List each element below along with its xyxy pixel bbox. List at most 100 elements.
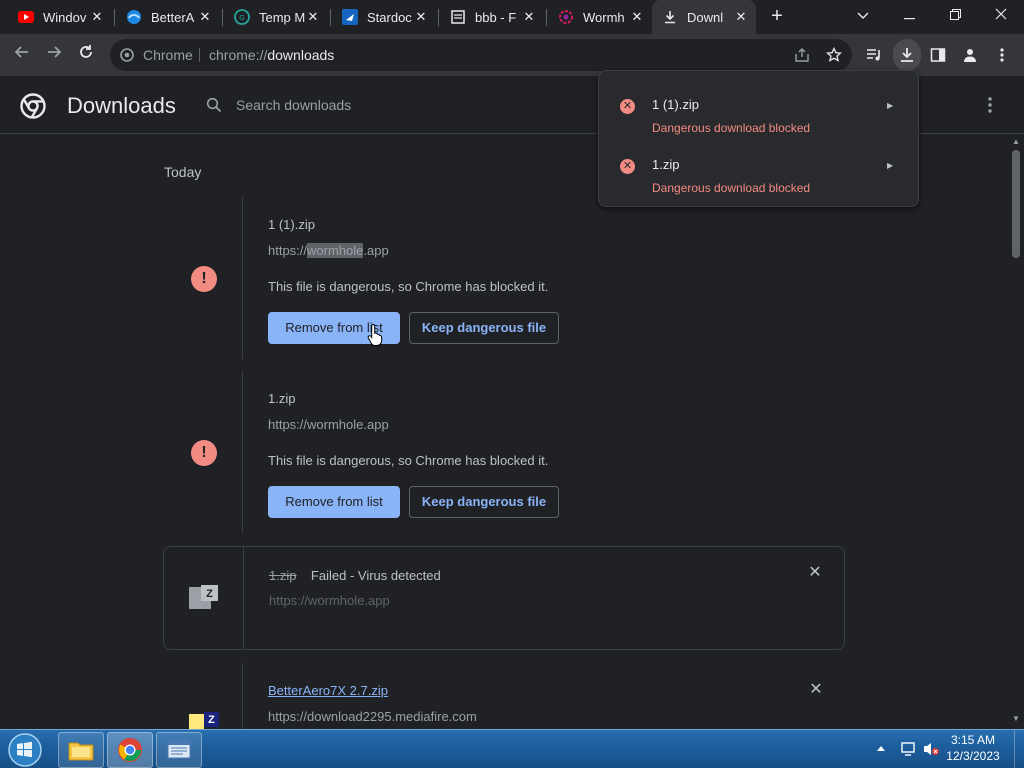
keep-dangerous-file-button[interactable]: Keep dangerous file	[409, 486, 559, 518]
edge-like-icon	[126, 9, 142, 25]
kebab-menu-icon	[1000, 48, 1004, 62]
taskbar-chrome-button[interactable]	[107, 732, 153, 768]
close-icon[interactable]: ✕	[198, 10, 212, 24]
close-icon[interactable]: ✕	[414, 10, 428, 24]
downloads-button[interactable]	[893, 39, 921, 71]
arrow-left-icon	[14, 46, 28, 58]
page-icon	[450, 9, 466, 25]
folder-icon	[68, 742, 94, 761]
tab-strip: Windov ✕ BetterA ✕ G Temp M ✕ Stardoc ✕ …	[0, 0, 1024, 34]
search-input[interactable]	[236, 95, 616, 115]
scrollbar[interactable]: ▲ ▼	[1008, 134, 1024, 729]
profile-button[interactable]	[958, 43, 982, 67]
downloads-list: Today ! 1 (1).zip https://wormhole.app T…	[0, 134, 1008, 729]
danger-icon: !	[191, 440, 217, 466]
close-icon[interactable]: ✕	[90, 10, 104, 24]
danger-icon: !	[191, 266, 217, 292]
scroll-down-icon[interactable]: ▼	[1011, 714, 1021, 724]
remove-from-list-button[interactable]: Remove from list	[268, 486, 400, 518]
download-item: Z BetterAero7X 2.7.zip https://download2…	[163, 663, 845, 729]
youtube-icon	[18, 9, 34, 25]
chrome-menu-button[interactable]	[990, 43, 1014, 67]
tab-betteraero[interactable]: BetterA ✕	[116, 0, 220, 34]
svg-text:Z: Z	[206, 588, 213, 600]
show-desktop-button[interactable]	[1014, 730, 1024, 768]
chrome-icon	[118, 738, 142, 762]
download-status: Failed - Virus detected	[310, 568, 441, 583]
share-button[interactable]	[790, 43, 814, 67]
file-url[interactable]: https://wormhole.app	[268, 417, 389, 432]
forward-button[interactable]	[42, 43, 66, 67]
date-header: Today	[164, 164, 202, 180]
share-icon	[795, 48, 809, 62]
bookmark-button[interactable]	[822, 43, 846, 67]
download-item: ! 1.zip https://wormhole.app This file i…	[163, 371, 845, 533]
file-url[interactable]: https://wormhole.app	[268, 243, 389, 258]
tab-stardock[interactable]: Stardoc ✕	[332, 0, 436, 34]
tab-downloads[interactable]: Downl ✕	[652, 0, 756, 34]
tab-bbb[interactable]: bbb - F ✕	[440, 0, 544, 34]
playlist-icon	[867, 49, 880, 61]
bubble-item[interactable]: ✕ 1.zip Dangerous download blocked ▶	[599, 139, 920, 199]
file-name: 1.zip	[268, 391, 296, 406]
scroll-thumb[interactable]	[1012, 150, 1020, 258]
side-panel-button[interactable]	[926, 43, 950, 67]
tab-search-button[interactable]	[840, 0, 886, 30]
close-icon[interactable]: ✕	[630, 10, 644, 24]
show-hidden-icons-icon[interactable]	[876, 744, 886, 752]
window-app-icon	[167, 740, 191, 759]
hand-cursor-icon	[367, 323, 383, 346]
close-icon[interactable]: ✕	[734, 10, 748, 24]
search-downloads[interactable]	[196, 90, 636, 120]
media-controls-button[interactable]	[862, 43, 886, 67]
page-title: Downloads	[67, 93, 176, 118]
chevron-right-icon[interactable]: ▶	[887, 161, 895, 171]
tab-temp-mail[interactable]: G Temp M ✕	[224, 0, 328, 34]
bubble-file-name: 1 (1).zip	[652, 97, 699, 112]
chrome-icon	[120, 48, 134, 62]
file-url: https://wormhole.app	[269, 593, 390, 608]
address-bar[interactable]: Chrome chrome://downloads	[110, 39, 852, 71]
download-item: ! 1 (1).zip https://wormhole.app This fi…	[163, 197, 845, 359]
tab-wormhole[interactable]: Wormh ✕	[548, 0, 652, 34]
bubble-status: Dangerous download blocked	[652, 121, 811, 135]
new-tab-button[interactable]: +	[766, 6, 788, 28]
scroll-up-icon[interactable]: ▲	[1011, 137, 1021, 147]
bubble-item[interactable]: ✕ 1 (1).zip Dangerous download blocked ▶	[599, 79, 920, 139]
windows-start-icon[interactable]	[6, 732, 44, 768]
action-center-icon[interactable]	[900, 741, 916, 757]
arrow-right-icon	[48, 46, 62, 58]
taskbar-app-button[interactable]	[156, 732, 202, 768]
bubble-status: Dangerous download blocked	[652, 181, 811, 195]
tab-youtube[interactable]: Windov ✕	[8, 0, 112, 34]
chevron-down-icon	[857, 12, 869, 19]
close-icon[interactable]: ✕	[306, 10, 320, 24]
restore-button[interactable]	[932, 0, 978, 30]
site-info-chip[interactable]: Chrome	[120, 47, 193, 63]
danger-warning-text: This file is dangerous, so Chrome has bl…	[268, 453, 549, 468]
url-text: chrome://downloads	[209, 47, 335, 63]
file-url[interactable]: https://download2295.mediafire.com	[268, 709, 477, 724]
taskbar-explorer-button[interactable]	[58, 732, 104, 768]
bubble-file-name: 1.zip	[652, 157, 680, 172]
download-item-failed: Z 1.zip Failed - Virus detected https://…	[163, 546, 845, 650]
back-button[interactable]	[10, 43, 34, 67]
file-link[interactable]: BetterAero7X 2.7.zip	[268, 683, 388, 698]
download-icon	[901, 48, 913, 62]
reload-button[interactable]	[74, 43, 98, 67]
danger-warning-text: This file is dangerous, so Chrome has bl…	[268, 279, 549, 294]
close-icon[interactable]: ✕	[522, 10, 536, 24]
chevron-right-icon[interactable]: ▶	[887, 101, 895, 111]
taskbar-clock[interactable]: 3:15 AM 12/3/2023	[934, 732, 1012, 764]
close-window-button[interactable]	[978, 0, 1024, 30]
stardock-icon	[342, 9, 358, 25]
remove-item-button[interactable]: ✕	[809, 682, 823, 698]
svg-text:G: G	[239, 15, 244, 22]
keep-dangerous-file-button[interactable]: Keep dangerous file	[409, 312, 559, 344]
file-name: 1.zip	[269, 568, 297, 583]
reload-icon	[80, 45, 92, 58]
minimize-button[interactable]	[886, 0, 932, 30]
more-actions-icon[interactable]	[980, 94, 1000, 116]
remove-item-button[interactable]: ✕	[808, 565, 822, 581]
side-panel-icon	[930, 48, 946, 62]
